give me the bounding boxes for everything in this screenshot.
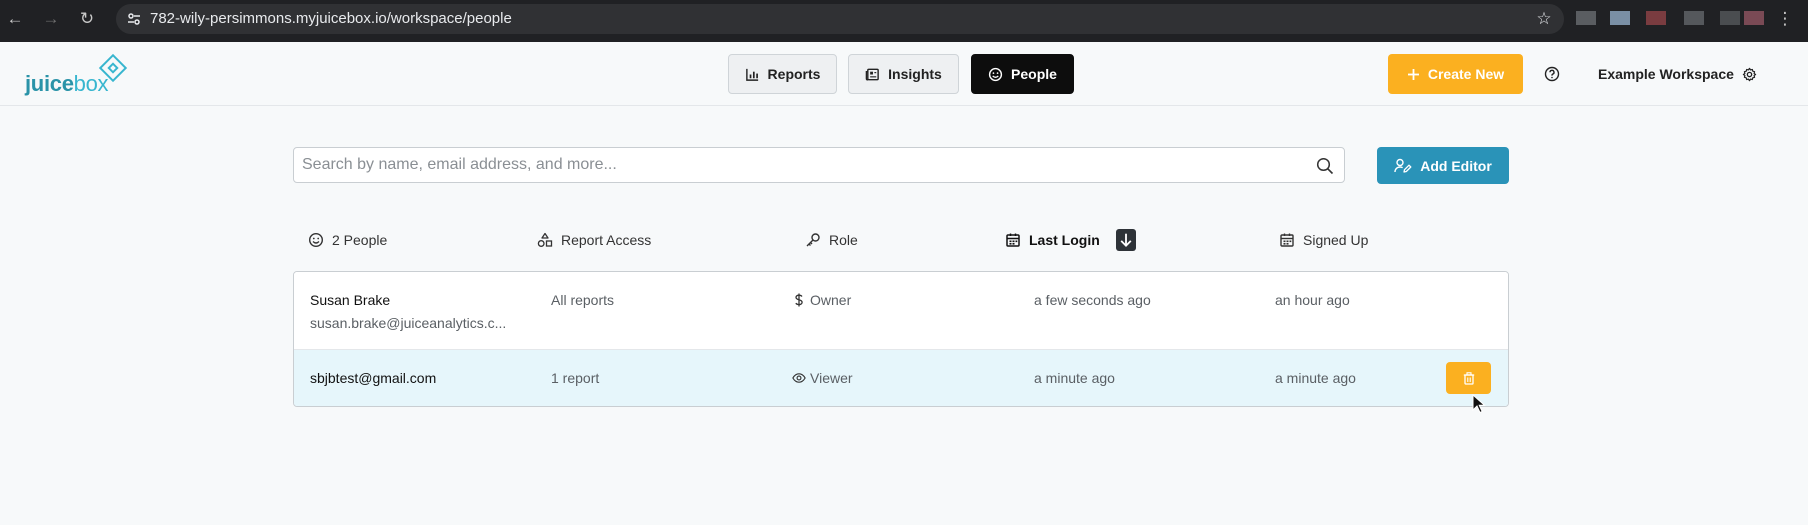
- mouse-cursor-icon: [1472, 394, 1486, 414]
- people-table: Susan Brake susan.brake@juiceanalytics.c…: [293, 271, 1509, 407]
- role-label: Viewer: [810, 370, 853, 386]
- reload-icon[interactable]: ↻: [76, 8, 98, 30]
- trash-icon: [1463, 371, 1474, 385]
- column-people-label: 2 People: [332, 232, 388, 248]
- add-editor-button[interactable]: Add Editor: [1377, 147, 1509, 184]
- tab-people-label: People: [1011, 66, 1057, 82]
- extension-icon[interactable]: [1744, 11, 1764, 25]
- bookmark-star-icon[interactable]: ☆: [1534, 9, 1554, 29]
- column-last-login-label: Last Login: [1029, 232, 1100, 248]
- newspaper-icon: [865, 68, 879, 80]
- report-access: 1 report: [551, 370, 600, 386]
- column-signed-up-label: Signed Up: [1303, 232, 1369, 248]
- report-access: All reports: [551, 292, 615, 308]
- delete-person-button[interactable]: [1446, 362, 1491, 394]
- role-cell: Viewer: [792, 370, 853, 386]
- logo-suffix: box: [73, 71, 109, 96]
- column-role-label: Role: [829, 232, 858, 248]
- shapes-icon: [537, 232, 553, 247]
- column-last-login[interactable]: Last Login: [1005, 229, 1136, 251]
- person-name: Susan Brake: [310, 292, 391, 308]
- address-bar[interactable]: 782-wily-persimmons.myjuicebox.io/worksp…: [116, 4, 1564, 34]
- back-icon[interactable]: ←: [4, 8, 26, 30]
- workspace-name: Example Workspace: [1598, 66, 1734, 82]
- column-report-access-label: Report Access: [561, 232, 652, 248]
- browser-menu-icon[interactable]: ⋮: [1774, 8, 1796, 30]
- column-signed-up[interactable]: Signed Up: [1279, 229, 1368, 251]
- column-people[interactable]: 2 People: [308, 229, 387, 251]
- extension-icon[interactable]: [1576, 11, 1596, 25]
- help-icon[interactable]: [1544, 66, 1560, 82]
- signed-up: an hour ago: [1275, 292, 1350, 308]
- smile-icon: [988, 67, 1003, 81]
- dollar-icon: [795, 293, 803, 307]
- site-settings-icon[interactable]: [126, 11, 142, 27]
- juicebox-logo[interactable]: juicebox: [25, 53, 145, 97]
- key-icon: [806, 233, 820, 247]
- tab-insights-label: Insights: [888, 66, 942, 82]
- forward-icon[interactable]: →: [40, 8, 62, 30]
- tab-insights[interactable]: Insights: [848, 54, 959, 94]
- bar-chart-icon: [745, 68, 758, 81]
- app-header: juicebox Reports Insights People Create …: [0, 42, 1808, 106]
- signed-up: a minute ago: [1275, 370, 1356, 386]
- column-role[interactable]: Role: [805, 229, 858, 251]
- eye-icon: [792, 373, 806, 383]
- tab-people[interactable]: People: [971, 54, 1074, 94]
- role-label: Owner: [810, 292, 852, 308]
- table-row[interactable]: Susan Brake susan.brake@juiceanalytics.c…: [294, 272, 1508, 350]
- search-input[interactable]: [302, 148, 1302, 182]
- column-report-access[interactable]: Report Access: [537, 229, 651, 251]
- extension-icon[interactable]: [1646, 11, 1666, 25]
- table-row[interactable]: sbjbtest@gmail.com 1 report Viewer a min…: [294, 350, 1508, 406]
- plus-icon: [1407, 68, 1419, 80]
- logo-wordmark: juicebox: [25, 71, 109, 97]
- people-search: [293, 147, 1345, 183]
- calendar-icon: [1280, 233, 1294, 247]
- create-new-label: Create New: [1427, 66, 1505, 82]
- extension-icon[interactable]: [1684, 11, 1704, 25]
- browser-chrome: ← → ↻ 782-wily-persimmons.myjuicebox.io/…: [0, 0, 1808, 42]
- person-name: sbjbtest@gmail.com: [310, 370, 437, 386]
- workspace-selector[interactable]: Example Workspace: [1598, 54, 1757, 94]
- user-edit-icon: [1394, 158, 1412, 173]
- person-email: susan.brake@juiceanalytics.c...: [310, 315, 507, 331]
- gear-icon: [1742, 67, 1757, 81]
- tab-reports-label: Reports: [767, 66, 821, 82]
- last-login: a few seconds ago: [1034, 292, 1151, 308]
- extension-icon[interactable]: [1610, 11, 1630, 25]
- create-new-button[interactable]: Create New: [1388, 54, 1523, 94]
- url-text: 782-wily-persimmons.myjuicebox.io/worksp…: [150, 10, 512, 27]
- calendar-icon: [1006, 233, 1020, 247]
- search-icon[interactable]: [1316, 157, 1334, 175]
- sort-descending-button[interactable]: [1115, 229, 1136, 251]
- extension-icon[interactable]: [1720, 11, 1740, 25]
- role-cell: Owner: [792, 292, 851, 308]
- logo-prefix: juice: [25, 71, 74, 96]
- smile-icon: [308, 232, 324, 248]
- arrow-down-icon: [1120, 233, 1132, 248]
- tab-reports[interactable]: Reports: [728, 54, 837, 94]
- add-editor-label: Add Editor: [1420, 157, 1492, 174]
- last-login: a minute ago: [1034, 370, 1115, 386]
